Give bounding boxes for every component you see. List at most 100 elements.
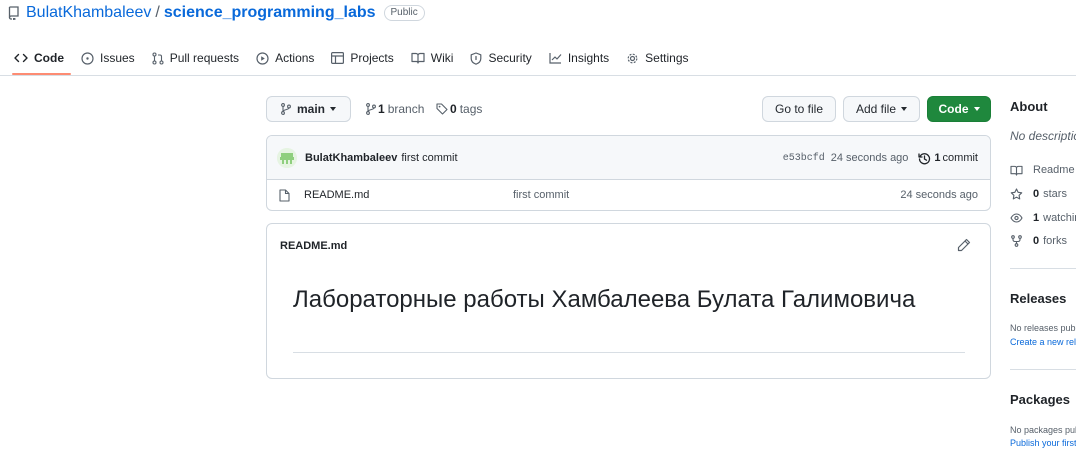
commit-count: 1: [934, 152, 941, 164]
tab-code[interactable]: Code: [12, 44, 73, 75]
tab-wiki[interactable]: Wiki: [409, 44, 463, 72]
tab-label: Projects: [350, 51, 394, 65]
eye-icon: [1010, 213, 1023, 223]
readme-heading-rule: [293, 352, 965, 353]
history-icon: [918, 152, 931, 165]
readme-panel: README.md Лабораторные работы Хамбалеева…: [266, 223, 991, 379]
play-icon: [256, 51, 269, 65]
tab-issues[interactable]: Issues: [79, 44, 144, 72]
forks-count: 0: [1033, 235, 1040, 247]
branch-label: branch: [387, 102, 425, 116]
repo-name-link[interactable]: science_programming_labs: [164, 4, 376, 22]
releases-empty-text: No releases published: [1010, 323, 1076, 333]
readme-filename-link[interactable]: README.md: [280, 240, 347, 252]
repo-path-separator: /: [155, 4, 160, 21]
readme-link[interactable]: Readme: [1010, 164, 1075, 176]
repo-description: No description: [1010, 129, 1076, 143]
star-icon: [1010, 188, 1023, 200]
repo-owner-link[interactable]: BulatKhambaleev: [26, 4, 151, 22]
watchers-link[interactable]: 1 watching: [1010, 212, 1076, 224]
stars-count: 0: [1033, 188, 1040, 200]
tab-actions[interactable]: Actions: [254, 44, 323, 72]
branch-selector-button[interactable]: main: [266, 96, 351, 122]
tag-label: tags: [459, 102, 483, 116]
tab-label: Insights: [567, 51, 610, 65]
chevron-down-icon: [330, 107, 336, 111]
releases-title[interactable]: Releases: [1010, 291, 1066, 306]
repo-forked-icon: [1010, 235, 1023, 247]
stars-label: stars: [1043, 188, 1067, 200]
tab-security[interactable]: Security: [468, 44, 540, 72]
forks-label: forks: [1043, 235, 1067, 247]
commits-history-link[interactable]: 1 commit: [918, 152, 978, 165]
add-file-label: Add file: [855, 102, 897, 116]
stars-link[interactable]: 0 stars: [1010, 188, 1067, 200]
tab-settings[interactable]: Settings: [624, 44, 697, 72]
tag-count: 0: [450, 102, 457, 116]
tab-label: Issues: [100, 51, 135, 65]
git-branch-icon: [281, 103, 291, 115]
commit-author-link[interactable]: BulatKhambaleev: [305, 152, 397, 164]
commit-age: 24 seconds ago: [830, 152, 909, 164]
code-icon: [14, 52, 28, 64]
tags-link[interactable]: 0 tags: [436, 102, 482, 116]
packages-empty-text: No packages published: [1010, 425, 1076, 435]
branch-name: main: [296, 102, 325, 116]
chevron-down-icon: [901, 107, 908, 111]
publish-package-link[interactable]: Publish your first package: [1010, 438, 1076, 448]
chevron-down-icon: [973, 107, 980, 111]
tab-label: Pull requests: [169, 51, 240, 65]
tabs-divider: [0, 75, 1076, 76]
gear-icon: [626, 52, 639, 65]
add-file-button[interactable]: Add file: [843, 96, 920, 122]
create-release-link[interactable]: Create a new release: [1010, 337, 1076, 347]
latest-commit-bar: BulatKhambaleev first commit e53bcfd 24 …: [267, 136, 990, 180]
book-icon: [1010, 165, 1023, 176]
commit-label: commit: [942, 152, 978, 164]
tab-label: Security: [488, 51, 532, 65]
commit-meta: e53bcfd 24 seconds ago 1 commit: [783, 136, 978, 180]
tab-label: Code: [34, 51, 64, 65]
file-icon: [279, 188, 290, 202]
watching-label: watching: [1043, 212, 1076, 224]
repo-icon: [8, 6, 20, 20]
code-button[interactable]: Code: [927, 96, 991, 122]
sidebar-divider: [1010, 268, 1076, 269]
git-branch-icon: [366, 103, 376, 115]
file-name-link[interactable]: README.md: [304, 189, 369, 201]
repo-nav-tabs: Code Issues Pull requests Actions Projec…: [0, 44, 1076, 75]
tab-pull-requests[interactable]: Pull requests: [150, 44, 248, 72]
visibility-badge: Public: [383, 5, 425, 21]
issue-opened-icon: [81, 51, 94, 65]
watching-count: 1: [1033, 212, 1040, 224]
branch-count: 1: [378, 102, 385, 116]
pencil-icon[interactable]: [957, 238, 971, 252]
tab-label: Actions: [275, 51, 315, 65]
file-commit-message-link[interactable]: first commit: [513, 189, 569, 201]
graph-icon: [549, 52, 562, 64]
tab-label: Settings: [645, 51, 689, 65]
avatar[interactable]: [277, 147, 297, 168]
tab-label: Wiki: [430, 51, 454, 65]
book-icon: [411, 52, 425, 64]
commit-message-link[interactable]: first commit: [401, 152, 457, 164]
repo-header: BulatKhambaleev / science_programming_la…: [8, 4, 425, 22]
tab-insights[interactable]: Insights: [547, 44, 618, 72]
file-age: 24 seconds ago: [900, 189, 978, 201]
readme-heading: Лабораторные работы Хамбалеева Булата Га…: [293, 286, 916, 313]
commit-sha-link[interactable]: e53bcfd: [783, 153, 825, 164]
git-pull-request-icon: [152, 51, 164, 65]
table-row: README.md first commit 24 seconds ago: [267, 180, 990, 210]
tab-projects[interactable]: Projects: [329, 44, 402, 72]
forks-link[interactable]: 0 forks: [1010, 235, 1067, 247]
packages-title[interactable]: Packages: [1010, 392, 1070, 407]
table-icon: [331, 52, 345, 64]
code-button-label: Code: [938, 102, 969, 116]
sidebar-divider: [1010, 369, 1076, 370]
branches-link[interactable]: 1 branch: [366, 102, 424, 116]
tag-icon: [436, 103, 448, 115]
file-listing: BulatKhambaleev first commit e53bcfd 24 …: [266, 135, 991, 211]
shield-icon: [470, 51, 482, 65]
go-to-file-button[interactable]: Go to file: [762, 96, 836, 122]
about-title: About: [1010, 99, 1048, 114]
